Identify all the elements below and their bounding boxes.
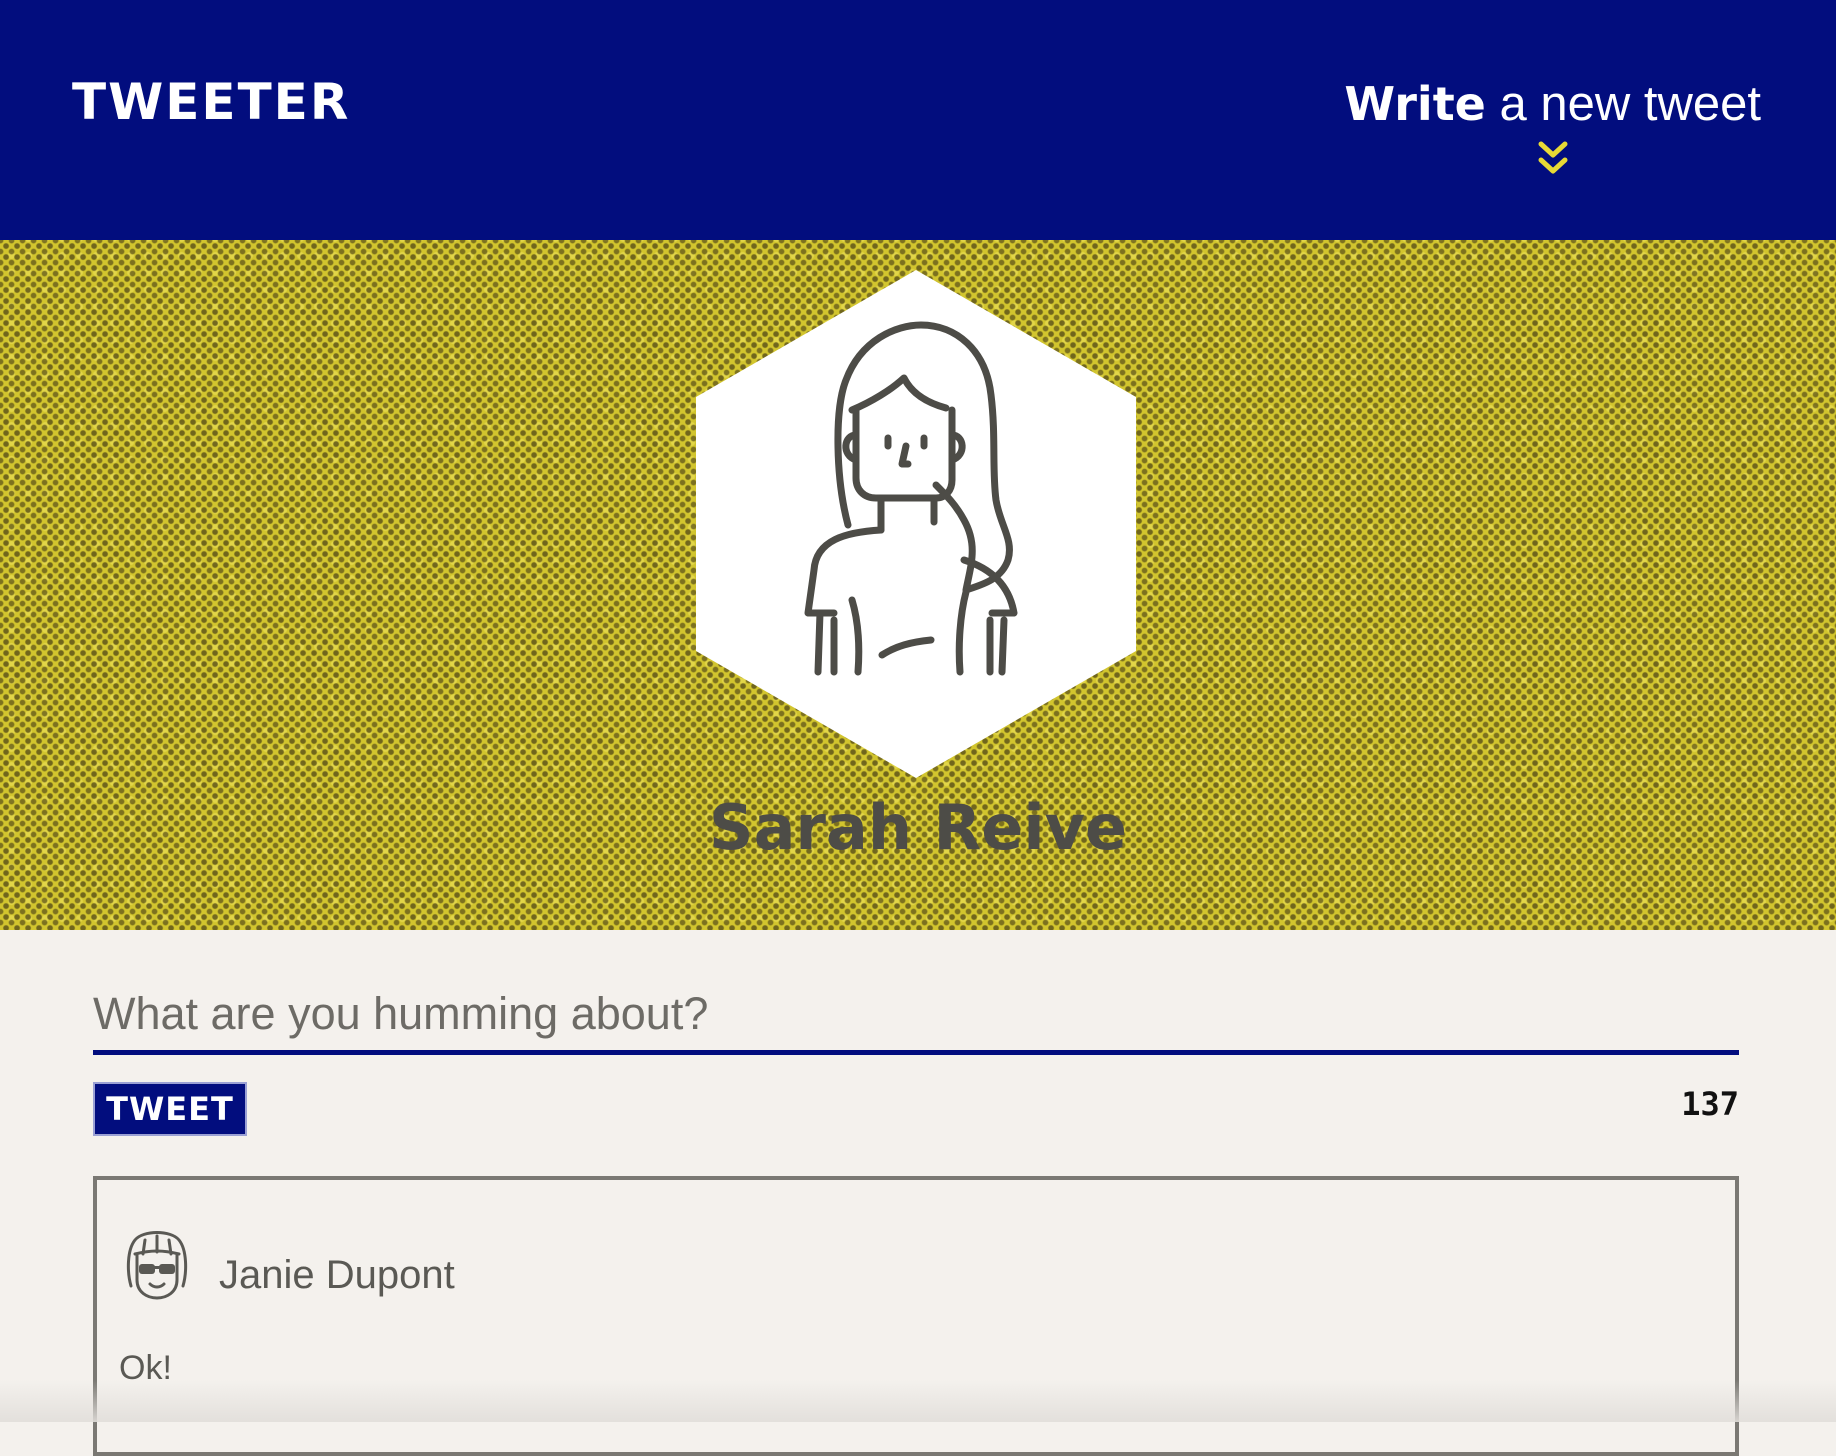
- double-chevron-down-icon: [1538, 141, 1568, 174]
- tweet-button[interactable]: TWEET: [93, 1082, 247, 1136]
- write-new-tweet-label: Write a new tweet: [1344, 76, 1761, 132]
- character-counter: 137: [1681, 1085, 1739, 1123]
- tweet-card: Janie Dupont Ok!: [93, 1176, 1739, 1456]
- tweet-text: Ok!: [119, 1349, 172, 1387]
- brand-logo[interactable]: TWEETER: [72, 72, 350, 132]
- profile-name: Sarah Reive: [708, 791, 1128, 864]
- girl-with-sunglasses-avatar-icon: [126, 1231, 188, 1300]
- write-label-strong: Write: [1344, 77, 1486, 131]
- write-new-tweet-toggle[interactable]: Write a new tweet: [1344, 76, 1761, 180]
- tweet-composer-input[interactable]: [93, 978, 1739, 1055]
- top-navigation-bar: TWEETER Write a new tweet: [0, 0, 1836, 240]
- woman-avatar-icon: [696, 270, 1136, 778]
- profile-banner: Sarah Reive: [0, 240, 1836, 930]
- tweet-author-name[interactable]: Janie Dupont: [219, 1250, 455, 1300]
- write-label-rest: a new tweet: [1485, 77, 1762, 131]
